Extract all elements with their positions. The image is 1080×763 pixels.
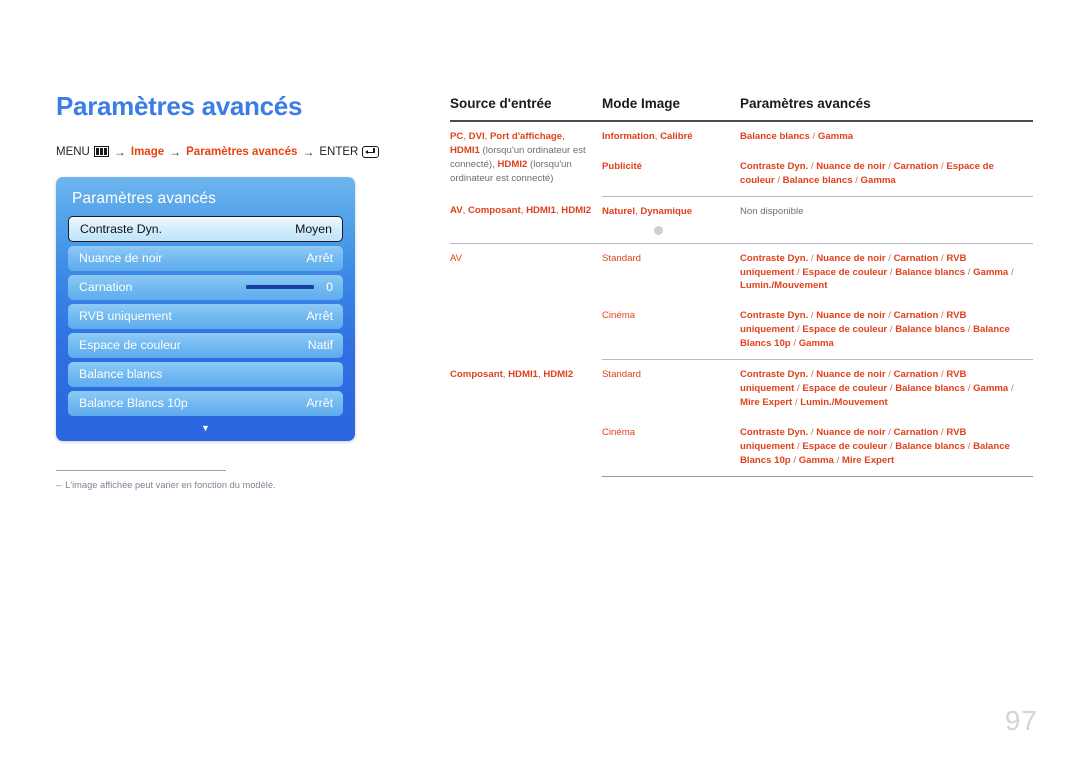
cell-mode: Cinéma bbox=[602, 417, 740, 477]
osd-row-3[interactable]: RVB uniquement Arrêt bbox=[68, 303, 343, 329]
cell-settings: Balance blancs / Gamma bbox=[740, 131, 854, 142]
osd-row-value: Arrêt bbox=[306, 396, 333, 411]
tv-osd-panel: Paramètres avancés Contraste Dyn. Moyen Nu… bbox=[56, 176, 355, 441]
advanced-settings-table: Source d'entrée Mode Image Paramètres av… bbox=[450, 96, 1033, 477]
table-body: PC, DVI, Port d'affichage, HDMI1 (lorsqu… bbox=[450, 121, 1033, 477]
breadcrumb-enter-label: ENTER bbox=[319, 145, 359, 158]
cell-mode: Standard bbox=[602, 369, 641, 381]
table-row: AV Standard Contraste Dyn. / Nuance de noi… bbox=[450, 243, 1033, 301]
cell-settings: Non disponible bbox=[740, 196, 1033, 244]
footnote-divider bbox=[56, 470, 226, 471]
cell-source: PC, DVI, Port d'affichage, HDMI1 (lorsqu… bbox=[450, 131, 586, 184]
bullet-dot-icon bbox=[654, 225, 663, 235]
osd-menu-list: Contraste Dyn. Moyen Nuance de noir Arrêt Ca… bbox=[68, 215, 343, 416]
osd-row-1[interactable]: Nuance de noir Arrêt bbox=[68, 245, 343, 271]
osd-row-value: Arrêt bbox=[306, 251, 333, 266]
osd-row-value: Natif bbox=[307, 338, 333, 353]
osd-row-0[interactable]: Contraste Dyn. Moyen bbox=[68, 215, 343, 242]
column-header-settings: Paramètres avancés bbox=[740, 96, 1033, 122]
table-row: AV, Composant, HDMI1, HDMI2 Naturel, Dyna… bbox=[450, 196, 1033, 244]
osd-row-value: 0 bbox=[326, 280, 333, 295]
cell-source: AV bbox=[450, 252, 463, 264]
breadcrumb-step-image: Image bbox=[130, 145, 165, 158]
cell-settings: Contraste Dyn. / Nuance de noir / Carnat… bbox=[740, 252, 1014, 292]
breadcrumb-arrow-2: → bbox=[169, 144, 182, 159]
left-column: Paramètres avancés MENU → Image → Paramè… bbox=[56, 92, 426, 441]
cell-source: AV, Composant, HDMI1, HDMI2 bbox=[450, 196, 602, 244]
cell-mode: Information, Calibré bbox=[602, 131, 693, 142]
osd-row-4[interactable]: Espace de couleur Natif bbox=[68, 332, 343, 358]
osd-row-label: RVB uniquement bbox=[79, 309, 172, 324]
breadcrumb-step-advanced: Paramètres avancés bbox=[186, 145, 298, 158]
osd-row-label: Balance blancs bbox=[79, 367, 163, 382]
cell-settings: Contraste Dyn. / Nuance de noir / Carnat… bbox=[740, 369, 1014, 408]
column-header-source: Source d'entrée bbox=[450, 96, 602, 122]
cell-source: Composant, HDMI1, HDMI2 bbox=[450, 368, 574, 380]
footnote-text: – L'image affichée peut varier en fonctio… bbox=[56, 480, 396, 490]
cell-settings: Contraste Dyn. / Nuance de noir / Carnat… bbox=[740, 301, 1033, 361]
osd-row-value: Arrêt bbox=[306, 309, 333, 324]
osd-slider-track[interactable] bbox=[246, 285, 315, 290]
cell-settings: Contraste Dyn. / Nuance de noir / Carnat… bbox=[740, 417, 1033, 477]
osd-row-label: Carnation bbox=[79, 280, 133, 295]
osd-row-label: Nuance de noir bbox=[79, 251, 163, 266]
footnote-dash: – bbox=[56, 480, 62, 490]
osd-row-value: Moyen bbox=[295, 221, 332, 236]
cell-mode: Standard bbox=[602, 252, 641, 264]
chevron-down-icon[interactable]: ▼ bbox=[56, 423, 355, 433]
menu-bars-icon bbox=[93, 146, 109, 158]
table-header-row: Source d'entrée Mode Image Paramètres av… bbox=[450, 96, 1033, 122]
cell-settings: Contraste Dyn. / Nuance de noir / Carnat… bbox=[740, 151, 1033, 197]
breadcrumb-arrow-3: → bbox=[302, 144, 315, 159]
footnote: – L'image affichée peut varier en fonctio… bbox=[56, 470, 396, 490]
cell-mode: Naturel, Dynamique bbox=[602, 196, 740, 244]
table-row: Composant, HDMI1, HDMI2 Standard Contraste… bbox=[450, 360, 1033, 418]
enter-return-icon bbox=[362, 145, 380, 158]
breadcrumb-arrow-1: → bbox=[113, 144, 126, 159]
page-title: Paramètres avancés bbox=[56, 91, 303, 121]
page-number: 97 bbox=[1004, 705, 1038, 736]
table-row: PC, DVI, Port d'affichage, HDMI1 (lorsqu… bbox=[450, 121, 1033, 184]
osd-row-label: Espace de couleur bbox=[79, 338, 181, 353]
osd-row-6[interactable]: Balance Blancs 10p Arrêt bbox=[68, 390, 343, 416]
osd-panel-title: Paramètres avancés bbox=[72, 189, 216, 207]
cell-mode: Publicité bbox=[602, 151, 740, 197]
cell-mode: Cinéma bbox=[602, 301, 740, 361]
osd-row-5[interactable]: Balance blancs bbox=[68, 361, 343, 387]
osd-row-2[interactable]: Carnation 0 bbox=[68, 274, 343, 300]
breadcrumb: MENU → Image → Paramètres avancés → ENTE… bbox=[56, 145, 426, 159]
osd-row-label: Balance Blancs 10p bbox=[79, 396, 188, 411]
breadcrumb-menu-label: MENU bbox=[56, 145, 90, 158]
osd-row-label: Contraste Dyn. bbox=[80, 221, 163, 236]
column-header-mode: Mode Image bbox=[602, 96, 740, 122]
footnote-body: L'image affichée peut varier en fonction… bbox=[65, 480, 276, 490]
